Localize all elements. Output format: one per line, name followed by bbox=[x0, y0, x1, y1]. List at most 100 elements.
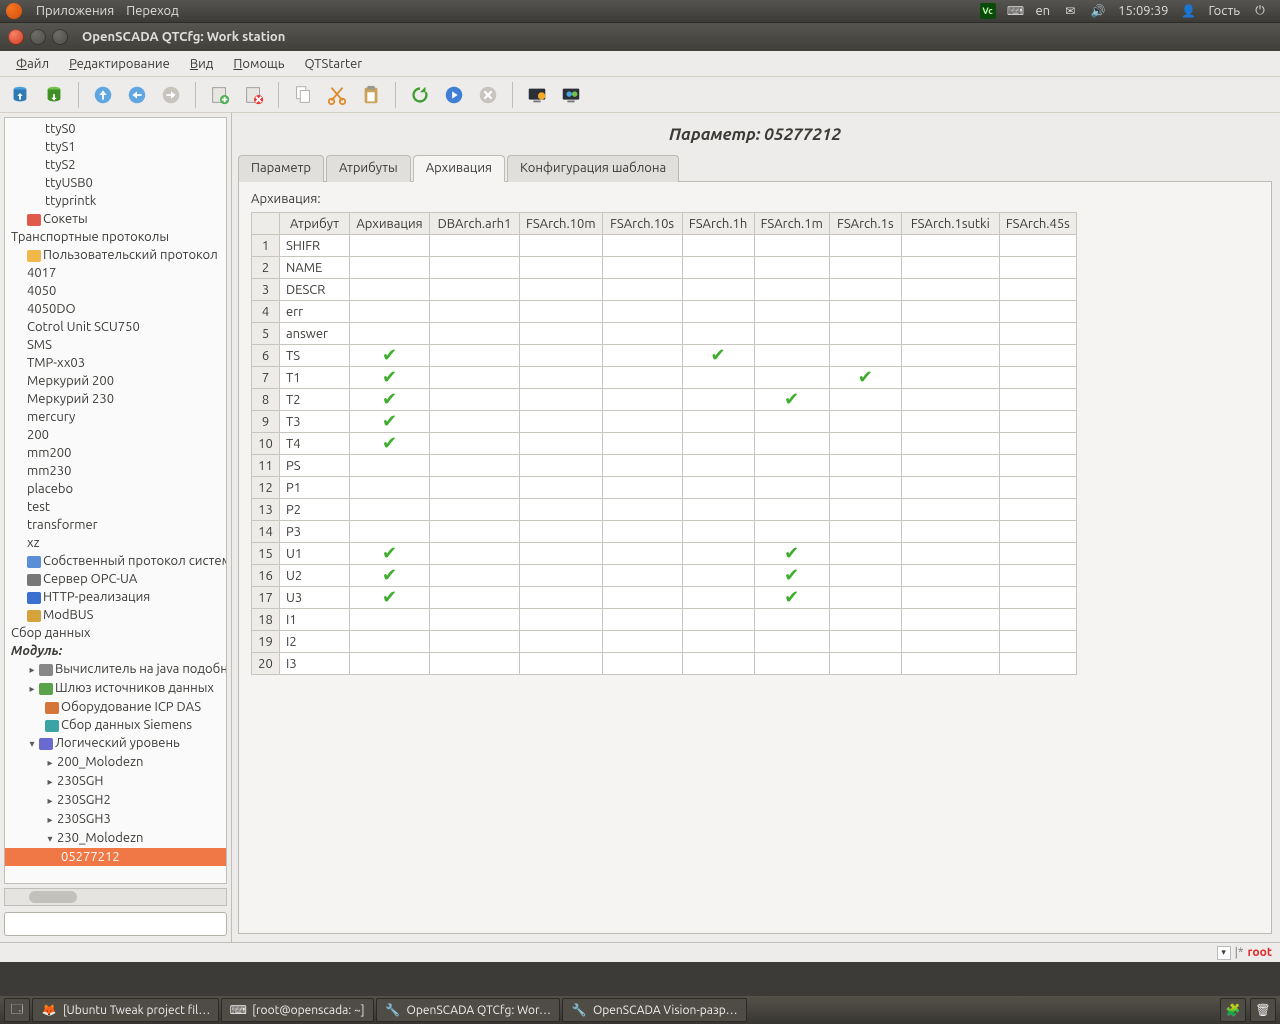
search-input[interactable] bbox=[4, 912, 227, 936]
delete-item-button[interactable] bbox=[240, 81, 268, 109]
vision-launch-button[interactable] bbox=[557, 81, 585, 109]
table-row[interactable]: 5answer bbox=[252, 323, 1077, 345]
table-row[interactable]: 7T1✔✔ bbox=[252, 367, 1077, 389]
table-header[interactable]: FSArch.10m bbox=[520, 213, 603, 235]
tree-item[interactable]: Оборудование ICP DAS bbox=[5, 698, 226, 716]
table-row[interactable]: 2NAME bbox=[252, 257, 1077, 279]
table-row[interactable]: 19I2 bbox=[252, 631, 1077, 653]
tree-item[interactable]: ttyUSB0 bbox=[5, 174, 226, 192]
tree-item[interactable]: mm200 bbox=[5, 444, 226, 462]
tree-item[interactable]: ▸230SGH2 bbox=[5, 791, 226, 810]
cut-button[interactable] bbox=[323, 81, 351, 109]
taskbar-item[interactable]: ⌨[root@openscada: ~] bbox=[221, 998, 373, 1022]
table-row[interactable]: 3DESCR bbox=[252, 279, 1077, 301]
tree-item[interactable]: Сбор данных bbox=[5, 624, 226, 642]
go-menu[interactable]: Переход bbox=[126, 4, 179, 18]
paste-button[interactable] bbox=[357, 81, 385, 109]
tree-item[interactable]: ttyS2 bbox=[5, 156, 226, 174]
mail-indicator-icon[interactable]: ✉ bbox=[1062, 3, 1078, 19]
menu-view[interactable]: Вид bbox=[190, 57, 214, 71]
tree-item[interactable]: Пользовательский протокол bbox=[5, 246, 226, 264]
tree-hscrollbar[interactable] bbox=[4, 888, 227, 906]
show-desktop-button[interactable]: 🗔 bbox=[4, 998, 30, 1022]
archive-table[interactable]: АтрибутАрхивацияDBArch.arh1FSArch.10mFSA… bbox=[251, 212, 1077, 675]
volume-indicator-icon[interactable]: 🔊 bbox=[1090, 3, 1106, 19]
trash-icon[interactable]: 🗑 bbox=[1250, 998, 1276, 1022]
tree-item[interactable]: Cotrol Unit SCU750 bbox=[5, 318, 226, 336]
table-row[interactable]: 12P1 bbox=[252, 477, 1077, 499]
table-row[interactable]: 4err bbox=[252, 301, 1077, 323]
run-button[interactable] bbox=[440, 81, 468, 109]
tree-item[interactable]: 4017 bbox=[5, 264, 226, 282]
power-icon[interactable]: ⏻ bbox=[1252, 3, 1268, 19]
nav-forward-button[interactable] bbox=[157, 81, 185, 109]
tree-item[interactable]: Транспортные протоколы bbox=[5, 228, 226, 246]
tab-template[interactable]: Конфигурация шаблона bbox=[507, 155, 679, 182]
tree-item[interactable]: Сбор данных Siemens bbox=[5, 716, 226, 734]
tree-item[interactable]: ▸Шлюз источников данных bbox=[5, 679, 226, 698]
db-save-button[interactable] bbox=[40, 81, 68, 109]
keyboard-indicator-icon[interactable]: ⌨ bbox=[1008, 3, 1024, 19]
table-row[interactable]: 10T4✔ bbox=[252, 433, 1077, 455]
table-row[interactable]: 9T3✔ bbox=[252, 411, 1077, 433]
stop-button[interactable] bbox=[474, 81, 502, 109]
add-item-button[interactable] bbox=[206, 81, 234, 109]
table-header[interactable]: FSArch.1s bbox=[829, 213, 901, 235]
table-header[interactable]: FSArch.1sutki bbox=[901, 213, 999, 235]
tree-item[interactable]: Меркурий 200 bbox=[5, 372, 226, 390]
table-header[interactable]: Атрибут bbox=[280, 213, 350, 235]
nav-up-button[interactable] bbox=[89, 81, 117, 109]
menu-edit[interactable]: Редактирование bbox=[69, 57, 170, 71]
apps-menu[interactable]: Приложения bbox=[36, 4, 114, 18]
table-header[interactable]: FSArch.10s bbox=[602, 213, 682, 235]
taskbar-item[interactable]: 🔧OpenSCADA QTCfg: Wor… bbox=[376, 998, 560, 1022]
tab-param[interactable]: Параметр bbox=[238, 155, 324, 182]
tree-item[interactable]: mm230 bbox=[5, 462, 226, 480]
vnc-indicator-icon[interactable]: Vc bbox=[980, 3, 996, 19]
lang-indicator[interactable]: en bbox=[1036, 4, 1051, 18]
tree-item[interactable]: TMP-xx03 bbox=[5, 354, 226, 372]
tree-item[interactable]: placebo bbox=[5, 480, 226, 498]
tree-item[interactable]: ▸230SGH3 bbox=[5, 810, 226, 829]
tree-item[interactable]: ▸200_Molodezn bbox=[5, 753, 226, 772]
table-row[interactable]: 8T2✔✔ bbox=[252, 389, 1077, 411]
ubuntu-logo-icon[interactable] bbox=[6, 3, 22, 19]
tree-item[interactable]: SMS bbox=[5, 336, 226, 354]
table-row[interactable]: 1SHIFR bbox=[252, 235, 1077, 257]
tree-item[interactable]: 200 bbox=[5, 426, 226, 444]
user-label[interactable]: Гость bbox=[1209, 4, 1241, 18]
tree-item[interactable]: ModBUS bbox=[5, 606, 226, 624]
table-header[interactable]: FSArch.1m bbox=[754, 213, 829, 235]
tree-item[interactable]: Модуль: bbox=[5, 642, 226, 660]
tree-item[interactable]: Собственный протокол системы bbox=[5, 552, 226, 570]
table-row[interactable]: 17U3✔✔ bbox=[252, 587, 1077, 609]
tree-item[interactable]: transformer bbox=[5, 516, 226, 534]
menu-qtstarter[interactable]: QTStarter bbox=[304, 57, 362, 71]
tab-arch[interactable]: Архивация bbox=[413, 155, 505, 182]
tree-item[interactable]: ▾230_Molodezn bbox=[5, 829, 226, 848]
tree-item[interactable]: ▸Вычислитель на java подобном языке bbox=[5, 660, 226, 679]
table-row[interactable]: 14P3 bbox=[252, 521, 1077, 543]
table-row[interactable]: 18I1 bbox=[252, 609, 1077, 631]
maximize-icon[interactable] bbox=[52, 29, 68, 45]
tree-item[interactable]: ▾Логический уровень bbox=[5, 734, 226, 753]
table-header[interactable]: FSArch.1h bbox=[682, 213, 754, 235]
qtcfg-launch-button[interactable] bbox=[523, 81, 551, 109]
tree-item[interactable]: 4050 bbox=[5, 282, 226, 300]
menu-file[interactable]: Файл bbox=[16, 57, 49, 71]
tree-item[interactable]: ttyprintk bbox=[5, 192, 226, 210]
tree-item[interactable]: ttyS0 bbox=[5, 120, 226, 138]
close-icon[interactable] bbox=[8, 29, 24, 45]
clock[interactable]: 15:09:39 bbox=[1118, 4, 1168, 18]
table-row[interactable]: 6TS✔✔ bbox=[252, 345, 1077, 367]
db-load-button[interactable] bbox=[6, 81, 34, 109]
roles-dropdown-icon[interactable]: ▾ bbox=[1217, 946, 1231, 960]
nav-back-button[interactable] bbox=[123, 81, 151, 109]
minimize-icon[interactable] bbox=[30, 29, 46, 45]
menu-help[interactable]: Помощь bbox=[233, 57, 284, 71]
table-header[interactable]: Архивация bbox=[350, 213, 430, 235]
tree-item[interactable]: 4050DO bbox=[5, 300, 226, 318]
tree-item[interactable]: test bbox=[5, 498, 226, 516]
tray-icon[interactable]: 🧩 bbox=[1220, 998, 1246, 1022]
taskbar-item[interactable]: 🔧OpenSCADA Vision-разр… bbox=[562, 998, 747, 1022]
